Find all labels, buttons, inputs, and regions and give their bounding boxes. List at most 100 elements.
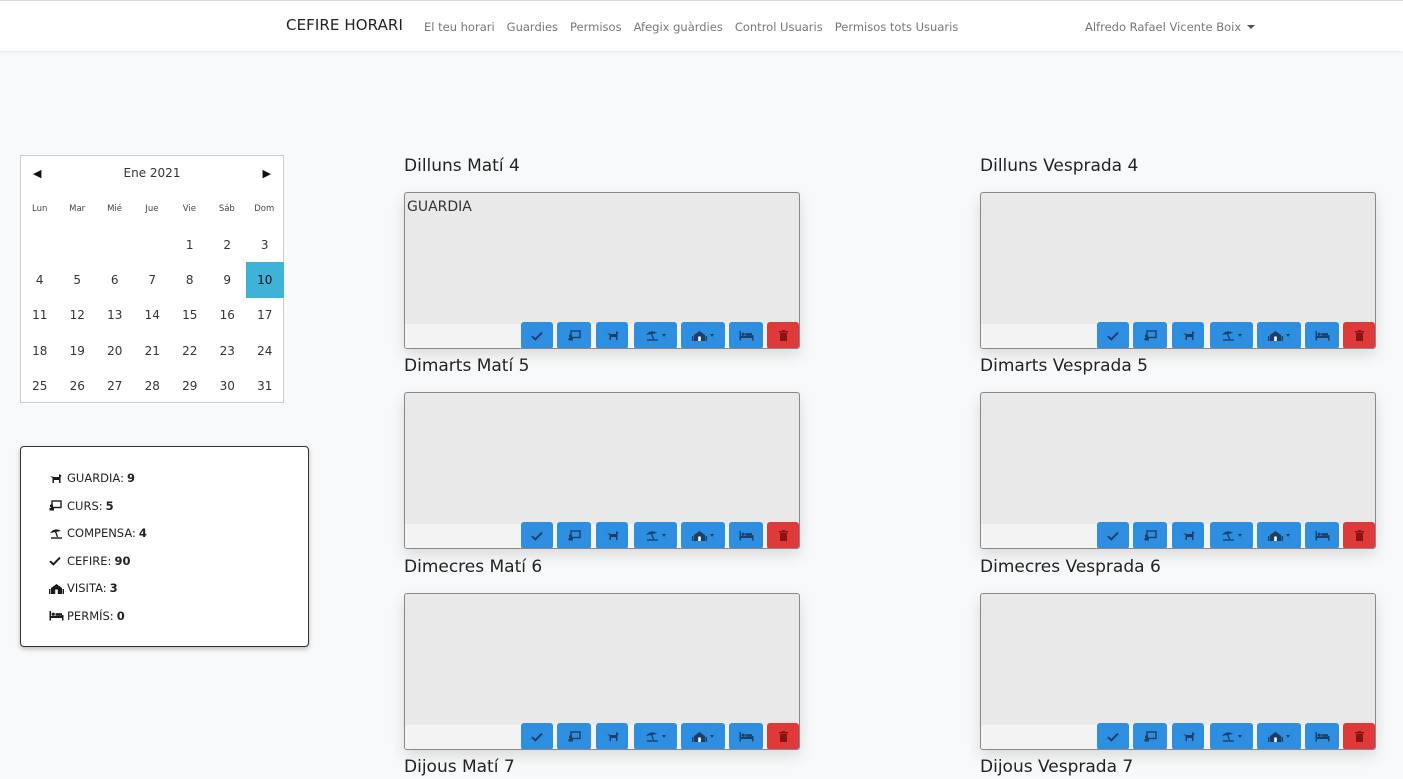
day-slot-card[interactable] xyxy=(404,593,800,750)
school-button[interactable] xyxy=(1257,322,1301,348)
calendar-day[interactable]: 23 xyxy=(209,333,247,368)
calendar-day[interactable]: 16 xyxy=(209,298,247,333)
calendar-day[interactable]: 24 xyxy=(246,333,284,368)
day-slot-card[interactable] xyxy=(980,192,1376,349)
day-slot-card[interactable]: GUARDIA xyxy=(404,192,800,349)
check-button[interactable] xyxy=(1097,723,1129,749)
next-month-button[interactable]: ▶ xyxy=(263,167,271,180)
calendar-day[interactable]: 17 xyxy=(246,298,284,333)
chalkboard-button[interactable] xyxy=(557,322,591,348)
dog-button[interactable] xyxy=(596,322,628,348)
calendar-day[interactable]: 21 xyxy=(134,333,172,368)
calendar-day[interactable]: 11 xyxy=(21,298,59,333)
trash-button[interactable] xyxy=(1343,322,1375,348)
chalkboard-button[interactable] xyxy=(1133,723,1167,749)
nav-link-control-usuaris[interactable]: Control Usuaris xyxy=(735,20,823,34)
umbrella-beach-button[interactable] xyxy=(634,322,677,348)
bed-button[interactable] xyxy=(729,723,763,749)
bed-button[interactable] xyxy=(1305,522,1339,548)
calendar-day[interactable]: 18 xyxy=(21,333,59,368)
calendar-day[interactable]: 29 xyxy=(171,368,209,403)
umbrella-beach-button[interactable] xyxy=(1210,723,1253,749)
school-button[interactable] xyxy=(1257,522,1301,548)
calendar-day[interactable]: 5 xyxy=(59,262,97,297)
chalkboard-button[interactable] xyxy=(557,723,591,749)
trash-button[interactable] xyxy=(1343,723,1375,749)
summary-label: CEFIRE: xyxy=(67,553,112,568)
brand-link[interactable]: CEFIRE HORARI xyxy=(286,16,403,34)
umbrella-beach-button[interactable] xyxy=(634,723,677,749)
school-button[interactable] xyxy=(681,322,725,348)
day-slot-card[interactable] xyxy=(404,392,800,549)
school-button[interactable] xyxy=(681,723,725,749)
school-icon xyxy=(49,583,65,594)
bed-icon xyxy=(1315,731,1330,742)
check-button[interactable] xyxy=(521,723,553,749)
navbar: CEFIRE HORARI El teu horari Guardies Per… xyxy=(0,0,1403,51)
chalkboard-button[interactable] xyxy=(1133,322,1167,348)
calendar-day[interactable]: 1 xyxy=(171,227,209,262)
bed-button[interactable] xyxy=(1305,322,1339,348)
calendar-day[interactable]: 6 xyxy=(96,262,134,297)
calendar-day[interactable]: 3 xyxy=(246,227,284,262)
check-button[interactable] xyxy=(1097,522,1129,548)
trash-button[interactable] xyxy=(767,522,799,548)
trash-button[interactable] xyxy=(767,322,799,348)
school-button[interactable] xyxy=(681,522,725,548)
calendar-day[interactable]: 22 xyxy=(171,333,209,368)
calendar-day[interactable]: 26 xyxy=(59,368,97,403)
calendar-day[interactable]: 2 xyxy=(209,227,247,262)
calendar-empty-cell xyxy=(134,227,172,262)
nav-link-guardies[interactable]: Guardies xyxy=(507,20,558,34)
bed-button[interactable] xyxy=(1305,723,1339,749)
calendar-day[interactable]: 12 xyxy=(59,298,97,333)
bed-button[interactable] xyxy=(729,522,763,548)
calendar-day[interactable]: 10 xyxy=(246,262,284,298)
nav-link-el-teu-horari[interactable]: El teu horari xyxy=(424,20,495,34)
check-button[interactable] xyxy=(521,522,553,548)
school-button[interactable] xyxy=(1257,723,1301,749)
nav-link-permisos[interactable]: Permisos xyxy=(570,20,622,34)
check-button[interactable] xyxy=(521,322,553,348)
umbrella-beach-button[interactable] xyxy=(634,522,677,548)
calendar-day[interactable]: 8 xyxy=(171,262,209,297)
calendar-day[interactable]: 14 xyxy=(134,298,172,333)
umbrella-beach-button[interactable] xyxy=(1210,322,1253,348)
trash-button[interactable] xyxy=(1343,522,1375,548)
trash-button[interactable] xyxy=(767,723,799,749)
nav-link-afegix-guardies[interactable]: Afegix guàrdies xyxy=(634,20,723,34)
user-menu-toggle[interactable]: Alfredo Rafael Vicente Boix xyxy=(1085,20,1256,34)
bed-button[interactable] xyxy=(729,322,763,348)
calendar-day[interactable]: 13 xyxy=(96,298,134,333)
calendar-day[interactable]: 19 xyxy=(59,333,97,368)
calendar-day[interactable]: 9 xyxy=(209,262,247,297)
calendar-day[interactable]: 30 xyxy=(209,368,247,403)
chevron-down-icon xyxy=(1238,735,1242,738)
check-button[interactable] xyxy=(1097,322,1129,348)
dog-button[interactable] xyxy=(596,723,628,749)
calendar-day[interactable]: 7 xyxy=(134,262,172,297)
day-slot-card[interactable] xyxy=(980,392,1376,549)
bed-icon xyxy=(739,731,754,742)
summary-row: VISITA: 3 xyxy=(49,581,118,595)
dog-button[interactable] xyxy=(1172,322,1204,348)
chalkboard-icon xyxy=(1144,731,1157,742)
calendar-day[interactable]: 15 xyxy=(171,298,209,333)
chevron-down-icon xyxy=(662,334,666,337)
calendar-day[interactable]: 20 xyxy=(96,333,134,368)
calendar-day[interactable]: 27 xyxy=(96,368,134,403)
dog-button[interactable] xyxy=(1172,522,1204,548)
chalkboard-button[interactable] xyxy=(1133,522,1167,548)
nav-link-permisos-tots-usuaris[interactable]: Permisos tots Usuaris xyxy=(835,20,959,34)
dog-button[interactable] xyxy=(596,522,628,548)
calendar-day[interactable]: 31 xyxy=(246,368,284,403)
dog-button[interactable] xyxy=(1172,723,1204,749)
chalkboard-button[interactable] xyxy=(557,522,591,548)
calendar-day[interactable]: 28 xyxy=(134,368,172,403)
calendar-day[interactable]: 25 xyxy=(21,368,59,403)
day-slot-card[interactable] xyxy=(980,593,1376,750)
chevron-down-icon xyxy=(1286,735,1290,738)
check-icon xyxy=(531,331,543,341)
umbrella-beach-button[interactable] xyxy=(1210,522,1253,548)
calendar-day[interactable]: 4 xyxy=(21,262,59,297)
